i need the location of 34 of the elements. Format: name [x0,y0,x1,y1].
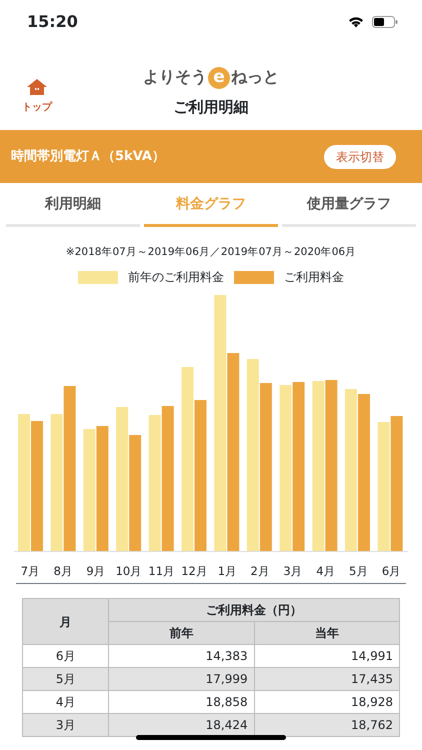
table-cell: 17,999 [108,668,254,690]
table-cell: 5月 [22,668,109,690]
month-label: 9月 [85,563,107,579]
legend-label: ご利用料金 [284,269,344,285]
month-label: 8月 [52,563,74,579]
month-label: 3月 [282,563,304,579]
month-label: 11月 [147,563,176,579]
column-header: 月 [22,598,109,644]
wifi-icon [348,16,364,28]
month-label: 6月 [380,563,402,579]
month-label: 1月 [216,563,238,579]
table-cell: 3月 [22,714,109,736]
house-icon [26,78,48,96]
month-label: 12月 [180,563,209,579]
tab[interactable]: 使用量グラフ [282,183,416,227]
month-label: 10月 [114,563,144,579]
legend-label: 前年のご利用料金 [128,269,224,285]
period-note: ※2018年07月～2019年06月／2019年07月～2020年06月 [64,245,358,259]
tab[interactable]: 利用明細 [6,183,140,227]
month-label: 7月 [20,563,42,579]
month-label: 5月 [348,563,370,579]
status-time: 15:20 [27,11,78,33]
battery-icon [372,16,398,28]
page-title: ご利用明細 [174,97,248,117]
toggle-view-button[interactable]: 表示切替 [324,144,396,168]
table-cell: 17,435 [254,668,400,690]
month-label: 4月 [315,563,337,579]
column-header: 当年 [254,622,400,644]
column-header: ご利用料金（円） [108,598,400,622]
plan-name: 時間帯別電灯Ａ（5kVA） [11,148,165,166]
home-button[interactable]: トップ [22,78,52,115]
column-header: 前年 [108,622,254,644]
logo: よりそう e ねっと [142,66,280,89]
month-label: 2月 [250,563,271,579]
